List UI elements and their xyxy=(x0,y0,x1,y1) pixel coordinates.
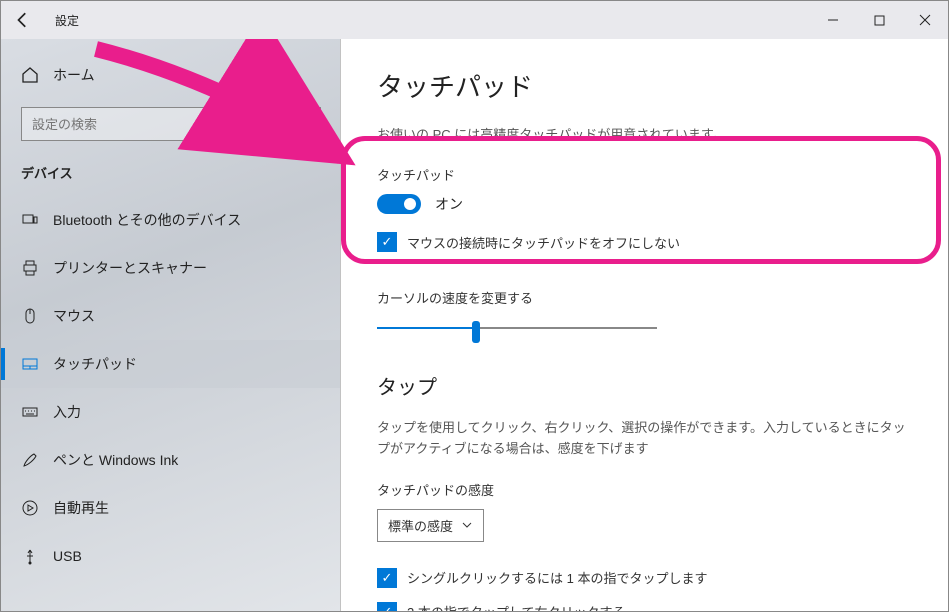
sidebar-item-typing[interactable]: 入力 xyxy=(1,388,341,436)
pen-icon xyxy=(21,451,39,469)
precision-note: お使いの PC には高精度タッチパッドが用意されています。 xyxy=(377,124,912,143)
two-finger-tap-checkbox[interactable]: ✓ xyxy=(377,602,397,611)
mouse-connected-checkbox[interactable]: ✓ xyxy=(377,232,397,252)
devices-icon xyxy=(21,211,39,229)
touchpad-icon xyxy=(21,355,39,373)
printer-icon xyxy=(21,259,39,277)
touchpad-toggle[interactable] xyxy=(377,194,421,214)
home-link[interactable]: ホーム xyxy=(1,57,341,93)
autoplay-icon xyxy=(21,499,39,517)
nav-label: USB xyxy=(53,548,82,564)
maximize-button[interactable] xyxy=(856,1,902,39)
search-box[interactable] xyxy=(21,107,321,141)
tap-heading: タップ xyxy=(377,371,912,400)
home-label: ホーム xyxy=(53,65,95,85)
mouse-connected-label: マウスの接続時にタッチパッドをオフにしない xyxy=(407,233,680,252)
touchpad-label: タッチパッド xyxy=(377,165,912,184)
slider-fill xyxy=(377,327,475,329)
nav-label: 自動再生 xyxy=(53,498,109,518)
keyboard-icon xyxy=(21,403,39,421)
page-title: タッチパッド xyxy=(377,67,912,104)
close-icon xyxy=(919,14,931,26)
sidebar-item-pen[interactable]: ペンと Windows Ink xyxy=(1,436,341,484)
cursor-speed-label: カーソルの速度を変更する xyxy=(377,288,912,307)
sidebar-item-mouse[interactable]: マウス xyxy=(1,292,341,340)
usb-icon xyxy=(21,547,39,565)
two-finger-tap-label: 2 本の指でタップして右クリックする xyxy=(407,602,625,611)
minimize-icon xyxy=(827,14,839,26)
arrow-left-icon xyxy=(14,11,32,29)
titlebar: 設定 xyxy=(1,1,948,39)
cursor-speed-slider[interactable] xyxy=(377,317,657,341)
nav-label: マウス xyxy=(53,306,95,326)
nav-label: ペンと Windows Ink xyxy=(53,450,178,470)
single-tap-checkbox[interactable]: ✓ xyxy=(377,568,397,588)
back-button[interactable] xyxy=(1,1,45,39)
close-button[interactable] xyxy=(902,1,948,39)
nav-label: 入力 xyxy=(53,402,81,422)
slider-thumb[interactable] xyxy=(472,321,480,343)
search-input[interactable] xyxy=(32,117,292,132)
home-icon xyxy=(21,66,39,84)
window-title: 設定 xyxy=(45,12,79,29)
sidebar: ホーム デバイス Bluetooth とその他のデバイス プリンターとスキャナー… xyxy=(1,39,341,611)
sensitivity-value: 標準の感度 xyxy=(388,516,453,535)
sidebar-item-touchpad[interactable]: タッチパッド xyxy=(1,340,341,388)
toggle-state: オン xyxy=(435,194,463,214)
tap-description: タップを使用してクリック、右クリック、選択の操作ができます。入力しているときにタ… xyxy=(377,418,912,460)
maximize-icon xyxy=(874,15,885,26)
sidebar-item-printers[interactable]: プリンターとスキャナー xyxy=(1,244,341,292)
sidebar-item-autoplay[interactable]: 自動再生 xyxy=(1,484,341,532)
category-label: デバイス xyxy=(1,163,341,196)
sensitivity-label: タッチパッドの感度 xyxy=(377,480,912,499)
chevron-down-icon xyxy=(461,519,473,531)
mouse-icon xyxy=(21,307,39,325)
search-icon xyxy=(292,115,310,133)
nav-label: タッチパッド xyxy=(53,354,137,374)
nav-label: プリンターとスキャナー xyxy=(53,258,207,278)
sensitivity-select[interactable]: 標準の感度 xyxy=(377,509,484,542)
main-content: タッチパッド お使いの PC には高精度タッチパッドが用意されています。 タッチ… xyxy=(341,39,948,611)
single-tap-label: シングルクリックするには 1 本の指でタップします xyxy=(407,568,707,587)
sidebar-item-usb[interactable]: USB xyxy=(1,532,341,580)
minimize-button[interactable] xyxy=(810,1,856,39)
nav-label: Bluetooth とその他のデバイス xyxy=(53,210,241,230)
sidebar-item-bluetooth[interactable]: Bluetooth とその他のデバイス xyxy=(1,196,341,244)
